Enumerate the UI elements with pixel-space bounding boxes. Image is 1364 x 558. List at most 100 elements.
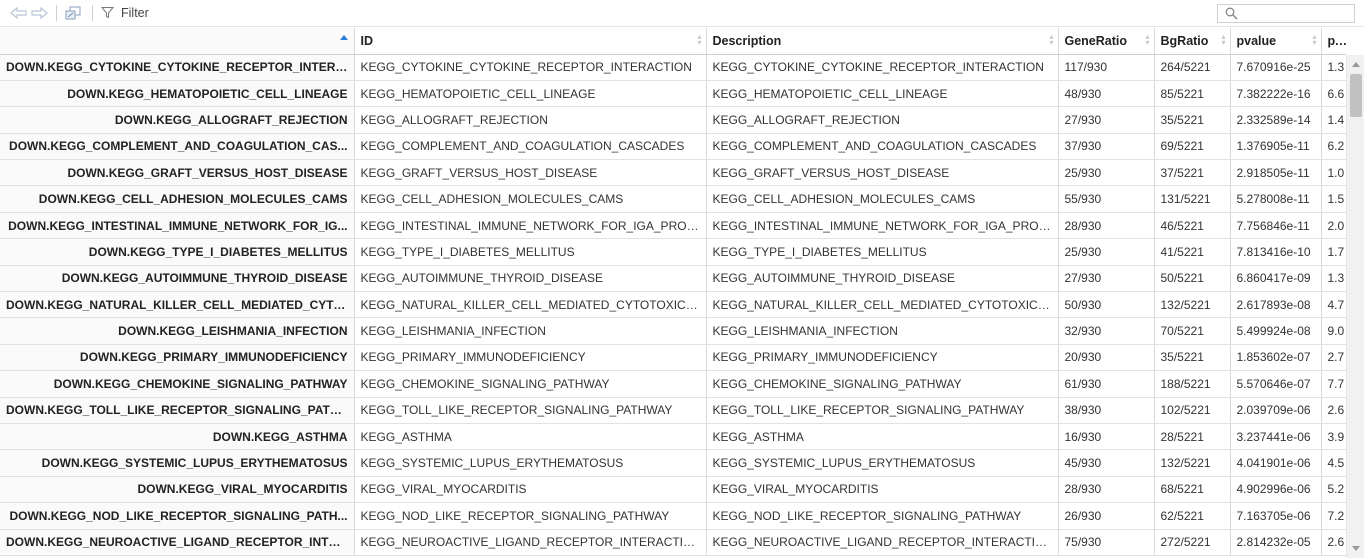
- padjust-cell: 9.0: [1321, 317, 1346, 345]
- sort-both-icon: ▴ ▾: [1312, 32, 1317, 47]
- pvalue-cell: 4.041901e-06: [1230, 449, 1322, 477]
- bgratio-cell: 85/5221: [1154, 80, 1231, 108]
- table-row[interactable]: DOWN.KEGG_SYSTEMIC_LUPUS_ERYTHEMATOSUS KE…: [0, 449, 1346, 477]
- description-cell: KEGG_NOD_LIKE_RECEPTOR_SIGNALING_PATHWAY: [706, 502, 1059, 530]
- generatio-cell: 28/930: [1058, 476, 1155, 504]
- description-cell: KEGG_TYPE_I_DIABETES_MELLITUS: [706, 238, 1059, 266]
- bgratio-cell: 37/5221: [1154, 159, 1231, 187]
- table-row[interactable]: DOWN.KEGG_NATURAL_KILLER_CELL_MEDIATED_C…: [0, 291, 1346, 319]
- padjust-cell: 2.0: [1321, 212, 1346, 240]
- column-header-bgratio[interactable]: BgRatio ▴ ▾: [1154, 28, 1231, 55]
- toolbar: Filter: [0, 0, 1364, 27]
- bgratio-cell: 264/5221: [1154, 54, 1231, 81]
- table-row[interactable]: DOWN.KEGG_ASTHMA KEGG_ASTHMA KEGG_ASTHMA 16…: [0, 423, 1346, 451]
- column-header-rownames[interactable]: [0, 28, 355, 55]
- padjust-cell: 4.7: [1321, 291, 1346, 319]
- padjust-cell: 7.7: [1321, 370, 1346, 398]
- table-row[interactable]: DOWN.KEGG_TYPE_I_DIABETES_MELLITUS KEGG_T…: [0, 238, 1346, 266]
- table-row[interactable]: DOWN.KEGG_ALLOGRAFT_REJECTION KEGG_ALLOGR…: [0, 106, 1346, 134]
- bgratio-cell: 131/5221: [1154, 185, 1231, 213]
- table-row[interactable]: DOWN.KEGG_NOD_LIKE_RECEPTOR_SIGNALING_PA…: [0, 502, 1346, 530]
- column-header-pvalue[interactable]: pvalue ▴ ▾: [1230, 28, 1322, 55]
- pvalue-cell: 1.376905e-11: [1230, 133, 1322, 161]
- id-cell: KEGG_NATURAL_KILLER_CELL_MEDIATED_CYTOTO…: [354, 291, 707, 319]
- row-name-cell: DOWN.KEGG_GRAFT_VERSUS_HOST_DISEASE: [0, 159, 355, 187]
- row-name-cell: DOWN.KEGG_ASTHMA: [0, 423, 355, 451]
- table-row[interactable]: DOWN.KEGG_AUTOIMMUNE_THYROID_DISEASE KEGG…: [0, 265, 1346, 293]
- pvalue-cell: 6.860417e-09: [1230, 265, 1322, 293]
- generatio-cell: 55/930: [1058, 185, 1155, 213]
- back-arrow-icon[interactable]: [9, 4, 29, 22]
- pvalue-cell: 1.853602e-07: [1230, 344, 1322, 372]
- table-row[interactable]: DOWN.KEGG_INTESTINAL_IMMUNE_NETWORK_FOR_…: [0, 212, 1346, 240]
- scroll-up-arrow-icon[interactable]: [1352, 62, 1360, 67]
- table-row[interactable]: DOWN.KEGG_LEISHMANIA_INFECTION KEGG_LEISH…: [0, 317, 1346, 345]
- generatio-cell: 117/930: [1058, 54, 1155, 81]
- pvalue-cell: 2.332589e-14: [1230, 106, 1322, 134]
- pvalue-cell: 7.670916e-25: [1230, 54, 1322, 81]
- description-cell: KEGG_SYSTEMIC_LUPUS_ERYTHEMATOSUS: [706, 449, 1059, 477]
- table-row[interactable]: DOWN.KEGG_COMPLEMENT_AND_COAGULATION_CAS…: [0, 133, 1346, 161]
- search-box[interactable]: [1217, 4, 1355, 23]
- id-cell: KEGG_SYSTEMIC_LUPUS_ERYTHEMATOSUS: [354, 449, 707, 477]
- filter-label: Filter: [121, 6, 149, 20]
- scrollbar-thumb[interactable]: [1350, 74, 1362, 117]
- padjust-cell: 5.2: [1321, 476, 1346, 504]
- column-header-description[interactable]: Description ▴ ▾: [706, 28, 1059, 55]
- table-row[interactable]: DOWN.KEGG_NEUROACTIVE_LIGAND_RECEPTOR_IN…: [0, 529, 1346, 556]
- table-row[interactable]: DOWN.KEGG_CHEMOKINE_SIGNALING_PATHWAY KEG…: [0, 370, 1346, 398]
- id-cell: KEGG_INTESTINAL_IMMUNE_NETWORK_FOR_IGA_P…: [354, 212, 707, 240]
- generatio-cell: 27/930: [1058, 265, 1155, 293]
- sort-both-icon: ▴ ▾: [1145, 32, 1150, 47]
- generatio-cell: 61/930: [1058, 370, 1155, 398]
- forward-arrow-icon[interactable]: [29, 4, 49, 22]
- table-row[interactable]: DOWN.KEGG_CYTOKINE_CYTOKINE_RECEPTOR_INT…: [0, 54, 1346, 81]
- id-cell: KEGG_VIRAL_MYOCARDITIS: [354, 476, 707, 504]
- description-cell: KEGG_ALLOGRAFT_REJECTION: [706, 106, 1059, 134]
- row-name-cell: DOWN.KEGG_SYSTEMIC_LUPUS_ERYTHEMATOSUS: [0, 449, 355, 477]
- pvalue-cell: 3.237441e-06: [1230, 423, 1322, 451]
- column-header-label: p.adju: [1327, 33, 1347, 48]
- description-cell: KEGG_INTESTINAL_IMMUNE_NETWORK_FOR_IGA_P…: [706, 212, 1059, 240]
- description-cell: KEGG_LEISHMANIA_INFECTION: [706, 317, 1059, 345]
- table-row[interactable]: DOWN.KEGG_HEMATOPOIETIC_CELL_LINEAGE KEGG…: [0, 80, 1346, 108]
- table-row[interactable]: DOWN.KEGG_TOLL_LIKE_RECEPTOR_SIGNALING_P…: [0, 397, 1346, 424]
- sort-both-icon: ▴ ▾: [1221, 32, 1226, 47]
- row-name-cell: DOWN.KEGG_TOLL_LIKE_RECEPTOR_SIGNALING_P…: [0, 397, 355, 424]
- column-header-generatio[interactable]: GeneRatio ▴ ▾: [1058, 28, 1155, 55]
- id-cell: KEGG_GRAFT_VERSUS_HOST_DISEASE: [354, 159, 707, 187]
- id-cell: KEGG_PRIMARY_IMMUNODEFICIENCY: [354, 344, 707, 372]
- generatio-cell: 25/930: [1058, 238, 1155, 266]
- data-table: ID ▴ ▾ Description ▴ ▾ GeneRatio ▴ ▾ BgRati…: [0, 28, 1346, 556]
- open-in-window-icon[interactable]: [63, 4, 83, 22]
- row-name-cell: DOWN.KEGG_CELL_ADHESION_MOLECULES_CAMS: [0, 185, 355, 213]
- filter-button[interactable]: [100, 4, 201, 22]
- toolbar-separator: [56, 5, 57, 21]
- bgratio-cell: 68/5221: [1154, 476, 1231, 504]
- padjust-cell: 1.7: [1321, 238, 1346, 266]
- bgratio-cell: 272/5221: [1154, 529, 1231, 556]
- vertical-scrollbar[interactable]: [1346, 55, 1364, 558]
- id-cell: KEGG_ASTHMA: [354, 423, 707, 451]
- row-name-cell: DOWN.KEGG_NEUROACTIVE_LIGAND_RECEPTOR_IN…: [0, 529, 355, 556]
- bgratio-cell: 50/5221: [1154, 265, 1231, 293]
- search-input[interactable]: [1240, 6, 1350, 21]
- pvalue-cell: 2.918505e-11: [1230, 159, 1322, 187]
- padjust-cell: 1.5: [1321, 185, 1346, 213]
- column-header-label: ID: [360, 33, 374, 48]
- table-row[interactable]: DOWN.KEGG_GRAFT_VERSUS_HOST_DISEASE KEGG_…: [0, 159, 1346, 187]
- padjust-cell: 2.7: [1321, 344, 1346, 372]
- table-row[interactable]: DOWN.KEGG_PRIMARY_IMMUNODEFICIENCY KEGG_P…: [0, 344, 1346, 372]
- id-cell: KEGG_CELL_ADHESION_MOLECULES_CAMS: [354, 185, 707, 213]
- description-cell: KEGG_NEUROACTIVE_LIGAND_RECEPTOR_INTERAC…: [706, 529, 1059, 556]
- generatio-cell: 50/930: [1058, 291, 1155, 319]
- scroll-down-arrow-icon[interactable]: [1352, 546, 1360, 551]
- row-name-cell: DOWN.KEGG_AUTOIMMUNE_THYROID_DISEASE: [0, 265, 355, 293]
- bgratio-cell: 70/5221: [1154, 317, 1231, 345]
- column-header-padjust[interactable]: p.adju: [1321, 28, 1347, 55]
- pvalue-cell: 7.756846e-11: [1230, 212, 1322, 240]
- table-row[interactable]: DOWN.KEGG_CELL_ADHESION_MOLECULES_CAMS KE…: [0, 185, 1346, 213]
- column-header-id[interactable]: ID ▴ ▾: [354, 28, 707, 55]
- padjust-cell: 6.6: [1321, 80, 1346, 108]
- table-row[interactable]: DOWN.KEGG_VIRAL_MYOCARDITIS KEGG_VIRAL_MY…: [0, 476, 1346, 504]
